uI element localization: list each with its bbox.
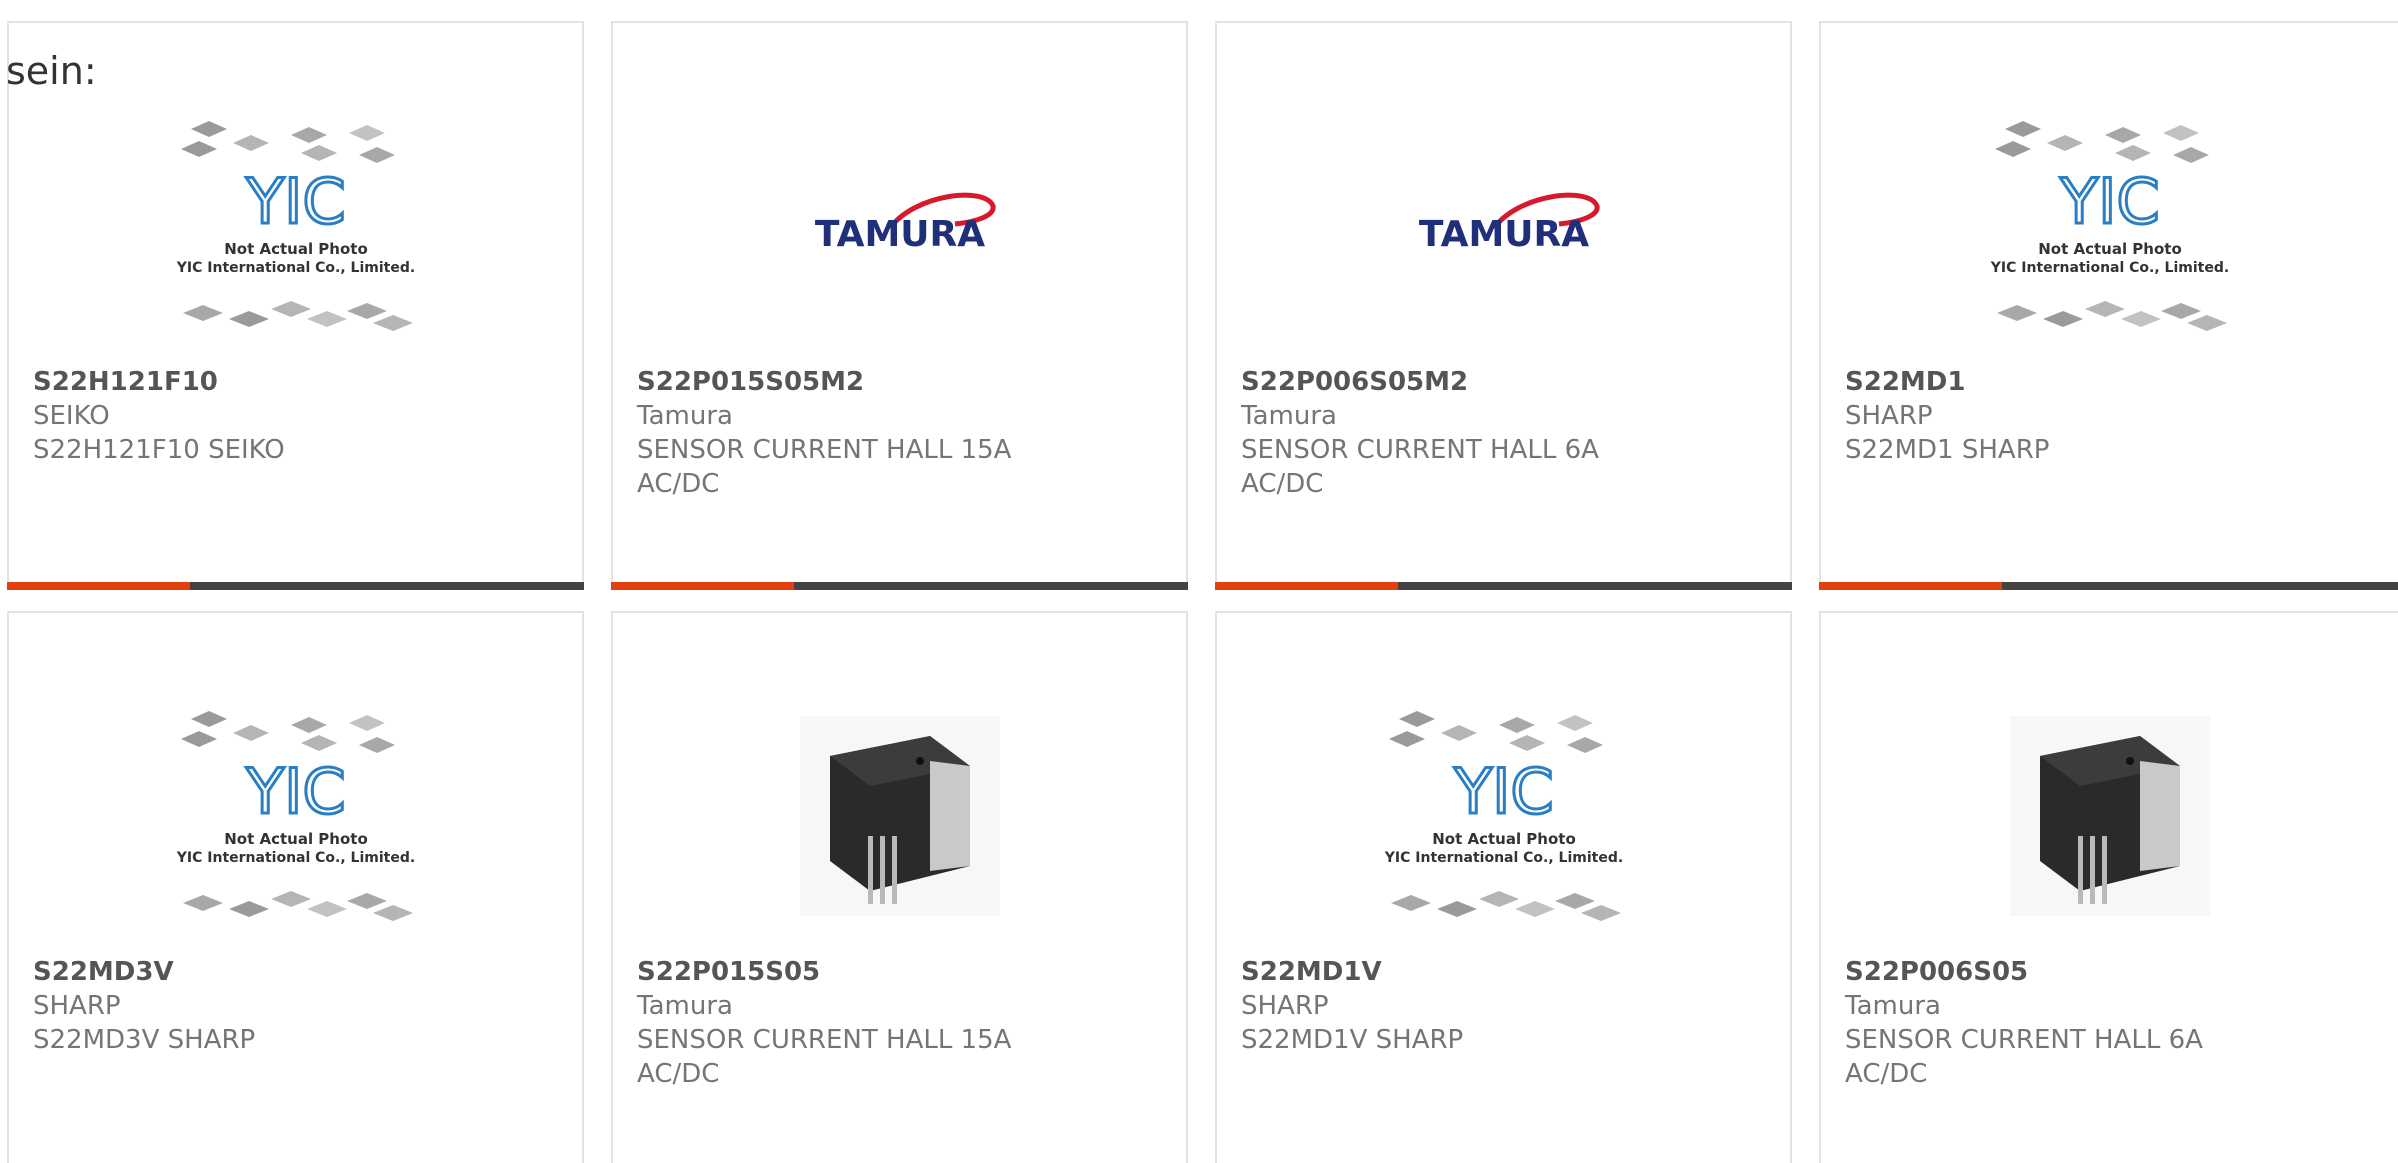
manufacturer: SHARP xyxy=(1241,991,1329,1021)
sensor-photo-image xyxy=(2009,716,2210,916)
product-info: S22H121F10 SEIKO S22H121F10 SEIKO xyxy=(33,365,562,467)
part-number-link[interactable]: S22P006S05M2 xyxy=(1241,365,1770,399)
placeholder-line-2: YIC International Co., Limited. xyxy=(1383,850,1622,866)
product-image[interactable]: Not Actual Photo YIC International Co., L… xyxy=(9,71,582,381)
part-number-link[interactable]: S22MD3V xyxy=(33,955,562,989)
description: SENSOR CURRENT HALL 15A AC/DC xyxy=(637,435,1012,499)
product-info: S22P015S05M2 Tamura SENSOR CURRENT HALL … xyxy=(637,365,1166,501)
product-image[interactable]: Not Actual Photo YIC International Co., L… xyxy=(9,661,582,971)
card-accent-bar xyxy=(611,582,794,590)
placeholder-line-2: YIC International Co., Limited. xyxy=(175,260,414,276)
tamura-logo-text: TAMURA xyxy=(1418,214,1588,255)
manufacturer: SEIKO xyxy=(33,401,110,431)
product-image[interactable]: TAMURA xyxy=(613,71,1186,381)
product-card[interactable]: Not Actual Photo YIC International Co., L… xyxy=(7,611,584,1163)
product-card[interactable]: S22P006S05 Tamura SENSOR CURRENT HALL 6A… xyxy=(1819,611,2398,1163)
description: SENSOR CURRENT HALL 15A AC/DC xyxy=(637,1025,1012,1089)
placeholder-line-1: Not Actual Photo xyxy=(224,240,368,258)
placeholder-line-2: YIC International Co., Limited. xyxy=(175,850,414,866)
manufacturer: Tamura xyxy=(1241,401,1337,431)
manufacturer: SHARP xyxy=(1845,401,1933,431)
yic-logo-text: YIC xyxy=(245,755,345,828)
manufacturer: Tamura xyxy=(637,991,733,1021)
product-image[interactable]: Not Actual Photo YIC International Co., L… xyxy=(1217,661,1790,971)
product-card[interactable]: S22P015S05 Tamura SENSOR CURRENT HALL 15… xyxy=(611,611,1188,1163)
sensor-photo-svg xyxy=(829,736,970,904)
yic-placeholder-svg: Not Actual Photo YIC International Co., L… xyxy=(1989,121,2229,331)
tamura-logo-image: TAMURA xyxy=(1399,186,1609,266)
description: S22MD1V SHARP xyxy=(1241,1025,1464,1055)
yic-logo-text: YIC xyxy=(245,165,345,238)
description: SENSOR CURRENT HALL 6A AC/DC xyxy=(1241,435,1599,499)
yic-placeholder-svg: Not Actual Photo YIC International Co., L… xyxy=(175,711,415,921)
part-number-link[interactable]: S22P015S05 xyxy=(637,955,1166,989)
card-bottom-bar xyxy=(1215,582,1792,590)
yic-logo-text: YIC xyxy=(2059,165,2159,238)
placeholder-line-1: Not Actual Photo xyxy=(2038,240,2182,258)
card-accent-bar xyxy=(1215,582,1398,590)
part-number-link[interactable]: S22H121F10 xyxy=(33,365,562,399)
product-card[interactable]: Not Actual Photo YIC International Co., L… xyxy=(7,21,584,590)
part-number-link[interactable]: S22MD1V xyxy=(1241,955,1770,989)
yic-placeholder-image: Not Actual Photo YIC International Co., L… xyxy=(161,111,431,341)
sensor-photo-image xyxy=(799,716,1000,916)
product-card[interactable]: TAMURA S22P006S05M2 Tamura SENSOR CURREN… xyxy=(1215,21,1792,590)
lead-text: sein: xyxy=(6,49,97,93)
manufacturer: SHARP xyxy=(33,991,121,1021)
product-info: S22MD1 SHARP S22MD1 SHARP xyxy=(1845,365,2378,467)
product-image[interactable] xyxy=(613,661,1186,971)
part-number-link[interactable]: S22P006S05 xyxy=(1845,955,2378,989)
placeholder-line-1: Not Actual Photo xyxy=(1432,830,1576,848)
product-card[interactable]: Not Actual Photo YIC International Co., L… xyxy=(1215,611,1792,1163)
yic-placeholder-image: Not Actual Photo YIC International Co., L… xyxy=(161,701,431,931)
manufacturer: Tamura xyxy=(637,401,733,431)
sensor-photo-svg xyxy=(2039,736,2180,904)
yic-logo-text: YIC xyxy=(1453,755,1553,828)
product-image[interactable] xyxy=(1821,661,2398,971)
manufacturer: Tamura xyxy=(1845,991,1941,1021)
card-accent-bar xyxy=(1819,582,2002,590)
card-bottom-bar xyxy=(611,582,1188,590)
description: S22MD1 SHARP xyxy=(1845,435,2050,465)
card-accent-bar xyxy=(7,582,190,590)
part-number-link[interactable]: S22MD1 xyxy=(1845,365,2378,399)
yic-placeholder-image: Not Actual Photo YIC International Co., L… xyxy=(1975,111,2245,341)
product-card[interactable]: Not Actual Photo YIC International Co., L… xyxy=(1819,21,2398,590)
product-image[interactable]: Not Actual Photo YIC International Co., L… xyxy=(1821,71,2398,381)
product-info: S22P006S05M2 Tamura SENSOR CURRENT HALL … xyxy=(1241,365,1770,501)
placeholder-line-1: Not Actual Photo xyxy=(224,830,368,848)
tamura-logo-text: TAMURA xyxy=(814,214,984,255)
part-number-link[interactable]: S22P015S05M2 xyxy=(637,365,1166,399)
description: S22H121F10 SEIKO xyxy=(33,435,285,465)
description: S22MD3V SHARP xyxy=(33,1025,256,1055)
description: SENSOR CURRENT HALL 6A AC/DC xyxy=(1845,1025,2203,1089)
placeholder-line-2: YIC International Co., Limited. xyxy=(1989,260,2228,276)
product-image[interactable]: TAMURA xyxy=(1217,71,1790,381)
product-info: S22P015S05 Tamura SENSOR CURRENT HALL 15… xyxy=(637,955,1166,1091)
tamura-logo-image: TAMURA xyxy=(795,186,1005,266)
product-card[interactable]: TAMURA S22P015S05M2 Tamura SENSOR CURREN… xyxy=(611,21,1188,590)
product-grid-page: sein: Not Actual Photo YIC International … xyxy=(0,0,2398,1163)
yic-placeholder-svg: Not Actual Photo YIC International Co., L… xyxy=(1383,711,1623,921)
yic-placeholder-image: Not Actual Photo YIC International Co., L… xyxy=(1369,701,1639,931)
product-info: S22P006S05 Tamura SENSOR CURRENT HALL 6A… xyxy=(1845,955,2378,1091)
card-bottom-bar xyxy=(1819,582,2398,590)
product-info: S22MD1V SHARP S22MD1V SHARP xyxy=(1241,955,1770,1057)
tamura-logo-svg: TAMURA xyxy=(814,192,995,255)
card-bottom-bar xyxy=(7,582,584,590)
product-info: S22MD3V SHARP S22MD3V SHARP xyxy=(33,955,562,1057)
yic-placeholder-svg: Not Actual Photo YIC International Co., L… xyxy=(175,121,415,331)
tamura-logo-svg: TAMURA xyxy=(1418,192,1599,255)
